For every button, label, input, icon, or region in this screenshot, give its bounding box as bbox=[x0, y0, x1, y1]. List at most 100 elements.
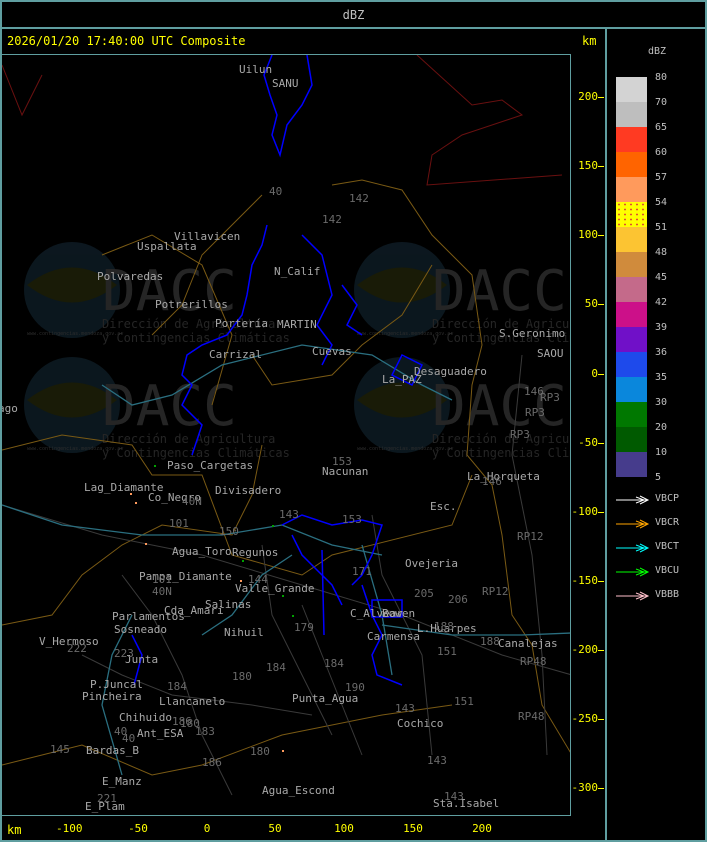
svg-text:www.contingencias.mendoza.gov.: www.contingencias.mendoza.gov.ar bbox=[357, 446, 453, 452]
svg-text:DACC: DACC bbox=[432, 259, 567, 324]
place-label: Polvaredas bbox=[97, 270, 163, 283]
place-label: Canalejas bbox=[498, 637, 558, 650]
radar-echo-cell bbox=[154, 465, 156, 467]
route-label: 143 bbox=[427, 754, 447, 767]
y-tick-mark bbox=[598, 788, 604, 789]
place-label: S.Geronimo bbox=[499, 327, 565, 340]
y-tick-mark bbox=[598, 719, 604, 720]
place-label: Ant_ESA bbox=[137, 727, 184, 740]
route-label: 40N bbox=[152, 585, 172, 598]
svg-text:y Contingencias Climáticas: y Contingencias Climáticas bbox=[102, 331, 290, 345]
route-label: 142 bbox=[349, 192, 369, 205]
route-label: 143 bbox=[279, 508, 299, 521]
place-label: Cuevas bbox=[312, 345, 352, 358]
route-label: 180 bbox=[232, 670, 252, 683]
route-label: 153 bbox=[332, 455, 352, 468]
route-label: 179 bbox=[294, 621, 314, 634]
radar-echo-cell bbox=[292, 615, 294, 617]
unit-label-y: km bbox=[582, 34, 597, 48]
legend-title: dBZ bbox=[648, 46, 667, 57]
route-label: RP48 bbox=[520, 655, 547, 668]
route-label: 151 bbox=[437, 645, 457, 658]
place-label: Uspallata bbox=[137, 240, 197, 253]
radar-echo-cell bbox=[272, 525, 274, 527]
radar-label: VBCU bbox=[655, 565, 680, 576]
place-label: Pincheira bbox=[82, 690, 142, 703]
place-label: Nihuil bbox=[224, 626, 264, 639]
radar-echo-cell bbox=[135, 502, 137, 504]
y-tick-mark bbox=[598, 235, 604, 236]
place-label: Carrizal bbox=[209, 348, 262, 361]
legend-label: 54 bbox=[655, 197, 668, 208]
route-label: 40N bbox=[182, 495, 202, 508]
place-label: Bardas_B bbox=[86, 744, 139, 757]
legend-swatch bbox=[616, 177, 647, 202]
route-label: 184 bbox=[324, 657, 344, 670]
route-label: 222 bbox=[67, 642, 87, 655]
route-label: 143 bbox=[395, 702, 415, 715]
svg-text:Dirección de Agricultura: Dirección de Agricultura bbox=[102, 432, 275, 446]
x-tick-label: 0 bbox=[203, 822, 211, 835]
y-tick-label: 0 bbox=[591, 367, 598, 380]
route-label: 101 bbox=[152, 573, 172, 586]
route-label: 184 bbox=[266, 661, 286, 674]
place-label: Agua_Escond bbox=[262, 784, 335, 797]
unit-label-x: km bbox=[7, 823, 22, 837]
route-label: 40 bbox=[122, 732, 135, 745]
place-label: Paso_Cargetas bbox=[167, 459, 253, 472]
place-label: E_Manz bbox=[102, 775, 142, 788]
legend-swatch bbox=[616, 327, 647, 352]
place-label: Pasarela bbox=[99, 814, 152, 816]
legend-label: 45 bbox=[655, 272, 668, 283]
place-label: Agua_Toro bbox=[172, 545, 232, 558]
y-tick-mark bbox=[598, 304, 604, 305]
route-label: RP48 bbox=[518, 710, 545, 723]
radar-arrow-icon bbox=[616, 519, 650, 529]
legend-label: 36 bbox=[655, 347, 668, 358]
y-tick-mark bbox=[598, 512, 604, 513]
radar-map[interactable]: DACC Dirección de Agricultura y Contingenc… bbox=[1, 54, 571, 816]
y-tick-mark bbox=[598, 443, 604, 444]
route-label: 184 bbox=[167, 680, 187, 693]
river bbox=[201, 554, 293, 636]
radar-label: VBCT bbox=[655, 541, 680, 552]
place-label: La_Horqueta bbox=[467, 470, 540, 483]
legend-label: 30 bbox=[655, 397, 668, 408]
x-tick-label: 150 bbox=[403, 822, 423, 835]
svg-text:www.contingencias.mendoza.gov.: www.contingencias.mendoza.gov.ar bbox=[27, 331, 123, 337]
y-tick-label: -250 bbox=[571, 712, 599, 725]
route-label: 221 bbox=[97, 792, 117, 805]
legend-label: 48 bbox=[655, 247, 668, 258]
radar-arrow-icon bbox=[616, 567, 650, 577]
map-title: 2026/01/20 17:40:00 UTC Composite bbox=[7, 34, 246, 48]
y-tick-label: 100 bbox=[578, 228, 598, 241]
route-label: 150 bbox=[219, 525, 239, 538]
route-label: 40 bbox=[269, 185, 282, 198]
y-tick-label: 150 bbox=[578, 159, 598, 172]
x-tick-label: -100 bbox=[56, 822, 83, 835]
legend-swatch bbox=[616, 252, 647, 277]
legend-label: 80 bbox=[655, 72, 668, 83]
place-label: Valle_Grande bbox=[235, 582, 314, 595]
route-label: 180 bbox=[250, 745, 270, 758]
radar-label: VBCR bbox=[655, 517, 680, 528]
legend-label: 20 bbox=[655, 422, 668, 433]
radar-echo-cell bbox=[242, 560, 244, 562]
y-tick-mark bbox=[598, 581, 604, 582]
radar-arrow-icon bbox=[616, 591, 650, 601]
radar-arrow-icon bbox=[616, 495, 650, 505]
route-label: 171 bbox=[352, 565, 372, 578]
x-tick-label: -50 bbox=[128, 822, 148, 835]
legend-label: 57 bbox=[655, 172, 668, 183]
route-label: 146 bbox=[482, 475, 502, 488]
top-bar: dBZ bbox=[0, 0, 707, 29]
place-label: Sta.Isabel bbox=[433, 797, 499, 810]
radar-echo-cell bbox=[282, 750, 284, 752]
svg-text:www.contingencias.mendoza.gov.: www.contingencias.mendoza.gov.ar bbox=[27, 446, 123, 452]
y-tick-mark bbox=[598, 97, 604, 98]
y-tick-label: -300 bbox=[571, 781, 599, 794]
place-label: SANU bbox=[272, 77, 299, 90]
route-label: RP12 bbox=[517, 530, 544, 543]
map-canvas: DACC Dirección de Agricultura y Contingenc… bbox=[2, 55, 570, 816]
route-label: 153 bbox=[342, 513, 362, 526]
